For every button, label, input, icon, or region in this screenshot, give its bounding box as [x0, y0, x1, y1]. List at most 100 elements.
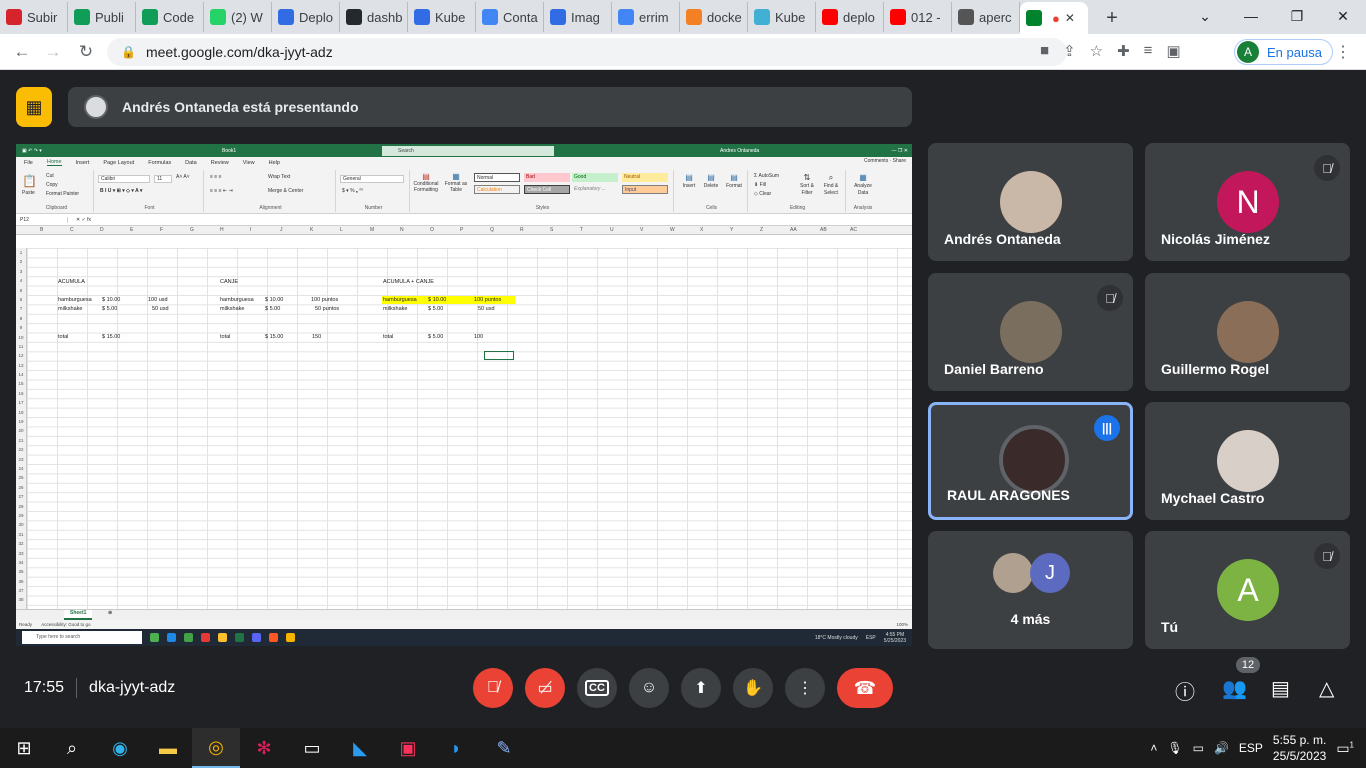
tab-title: Conta — [503, 9, 538, 25]
tab-title: Code — [163, 9, 195, 25]
media-control-icon[interactable]: ≡ — [1144, 42, 1153, 60]
participant-tile[interactable]: N Nicolás Jiménez 🎙̸ — [1145, 143, 1350, 261]
style-neutral: Neutral — [622, 173, 668, 182]
reload-button[interactable]: ↻ — [76, 42, 96, 62]
bookmark-star-icon[interactable]: ☆ — [1090, 42, 1103, 60]
people-icon[interactable]: 👥 — [1222, 676, 1247, 701]
reactions-button[interactable]: ☺ — [629, 668, 669, 708]
row-header: 4 — [19, 278, 23, 284]
raise-hand-button[interactable]: ✋ — [733, 668, 773, 708]
chat-icon[interactable]: ▤ — [1271, 676, 1290, 701]
side-panel-icon[interactable]: ▣ — [1166, 42, 1180, 60]
column-header: Y — [730, 227, 734, 233]
participant-tile[interactable]: Mychael Castro — [1145, 402, 1350, 520]
recording-icon: ● — [1052, 10, 1060, 26]
browser-tab[interactable]: Subir — [0, 2, 68, 32]
forward-button[interactable]: → — [43, 42, 63, 62]
browser-tab[interactable]: 012 - — [884, 2, 952, 32]
close-tab-icon[interactable]: ✕ — [1065, 11, 1075, 25]
sheet-tabs-bar: Sheet1 ⊕ — [16, 609, 912, 620]
style-calculation: Calculation — [474, 185, 520, 194]
file-explorer-icon[interactable]: ▬ — [144, 728, 192, 768]
taskbar-clock[interactable]: 5:55 p. m. 25/5/2023 — [1273, 732, 1326, 764]
participant-tile[interactable]: J 4 más — [928, 531, 1133, 649]
mic-off-icon: 🎙̸ — [487, 679, 499, 696]
present-button[interactable]: ⬆ — [681, 668, 721, 708]
share-icon[interactable]: ⇪ — [1063, 42, 1076, 60]
microphone-icon[interactable]: 🎙 — [1167, 741, 1182, 755]
presenter-avatar — [84, 95, 108, 119]
browser-tab[interactable]: dashb — [340, 2, 408, 32]
tab-title: Deplo — [299, 9, 333, 25]
participant-tile[interactable]: Daniel Barreno 🎙̸ — [928, 273, 1133, 391]
browser-tab[interactable]: Kube — [748, 2, 816, 32]
search-icon[interactable]: ⌕ — [48, 728, 96, 768]
docker-icon[interactable]: ◗ — [432, 728, 480, 768]
slack-icon[interactable]: ✻ — [240, 728, 288, 768]
participant-tile[interactable]: Andrés Ontaneda — [928, 143, 1133, 261]
captions-button[interactable]: CC — [577, 668, 617, 708]
mic-off-button[interactable]: 🎙̸ — [473, 668, 513, 708]
camera-blocked-icon[interactable]: ■ — [1040, 42, 1049, 60]
participant-name: Tú — [1161, 619, 1179, 635]
browser-tab[interactable]: Deplo — [272, 2, 340, 32]
intellij-icon[interactable]: ▣ — [384, 728, 432, 768]
participant-name: Daniel Barreno — [944, 361, 1044, 377]
cell: milkshake — [383, 306, 408, 312]
participant-tile[interactable]: A Tú 🎙̸ — [1145, 531, 1350, 649]
leave-call-button[interactable]: ☎ — [837, 668, 893, 708]
participant-tile[interactable]: RAUL ARAGONES ||| — [928, 402, 1133, 520]
lock-icon[interactable]: 🔒 — [121, 45, 136, 59]
cell: $ 10.00 — [265, 297, 284, 303]
activities-icon[interactable]: △ — [1319, 676, 1334, 701]
browser-tab[interactable]: Code — [136, 2, 204, 32]
terminal-icon[interactable]: ▭ — [288, 728, 336, 768]
browser-tab[interactable]: docke — [680, 2, 748, 32]
minimize-button[interactable]: — — [1228, 0, 1274, 32]
ribbon-cells-group: ▤ Insert ▤ Delete ▤ Format Cells — [676, 170, 748, 212]
new-tab-button[interactable]: + — [1098, 4, 1126, 32]
network-icon[interactable]: ▭ — [1193, 741, 1204, 755]
presentation-icon[interactable]: ▦ — [16, 87, 52, 127]
column-header: AA — [790, 227, 797, 233]
browser-tab[interactable]: errim — [612, 2, 680, 32]
extensions-icon[interactable]: ✚ — [1117, 42, 1130, 60]
browser-tab[interactable]: deplo — [816, 2, 884, 32]
back-button[interactable]: ← — [12, 42, 32, 62]
profile-status: En pausa — [1267, 44, 1322, 60]
browser-tab[interactable]: ● ✕ — [1020, 2, 1088, 34]
vscode-icon[interactable]: ◣ — [336, 728, 384, 768]
browser-tab[interactable]: (2) W — [204, 2, 272, 32]
participant-tile[interactable]: Guillermo Rogel — [1145, 273, 1350, 391]
edge-icon[interactable]: ◉ — [96, 728, 144, 768]
analysis-label: Analysis — [853, 205, 873, 211]
column-header: O — [430, 227, 434, 233]
browser-tab-strip: Subir Publi Code (2) W Deplo dashb Kube Conta Im… — [0, 0, 1366, 34]
restore-button[interactable]: ❐ — [1274, 0, 1320, 32]
close-window-button[interactable]: ✕ — [1320, 0, 1366, 32]
browser-tab[interactable]: Conta — [476, 2, 544, 32]
chrome-icon[interactable]: ◎ — [192, 728, 240, 768]
sheets-icon — [74, 9, 90, 25]
start-button[interactable]: ⊞ — [0, 728, 48, 768]
tab-title: docke — [707, 9, 742, 25]
camera-off-button[interactable]: ▭̸ — [525, 668, 565, 708]
browser-menu-icon[interactable]: ⋮ — [1335, 42, 1351, 62]
meeting-details-icon[interactable]: ⓘ — [1175, 676, 1195, 705]
more-options-button[interactable]: ⋮ — [785, 668, 825, 708]
column-header: S — [550, 227, 554, 233]
notifications-icon[interactable]: ▭1 — [1336, 740, 1354, 757]
browser-tab[interactable]: Imag — [544, 2, 612, 32]
profile-button[interactable]: A En pausa — [1234, 39, 1333, 65]
row-header: 35 — [18, 569, 24, 575]
language-indicator[interactable]: ESP — [1239, 741, 1263, 755]
browser-tab[interactable]: Publi — [68, 2, 136, 32]
presenter-banner-text: Andrés Ontaneda está presentando — [122, 99, 359, 115]
paint-icon[interactable]: ✎ — [480, 728, 528, 768]
volume-icon[interactable]: 🔊 — [1214, 741, 1229, 755]
browser-tab[interactable]: Kube — [408, 2, 476, 32]
chevron-up-icon[interactable]: ˄ — [1150, 741, 1157, 755]
browser-tab[interactable]: aperc — [952, 2, 1020, 32]
address-bar[interactable]: 🔒 meet.google.com/dka-jyyt-adz — [107, 38, 1067, 66]
tab-search-icon[interactable]: ⌄ — [1182, 0, 1228, 32]
